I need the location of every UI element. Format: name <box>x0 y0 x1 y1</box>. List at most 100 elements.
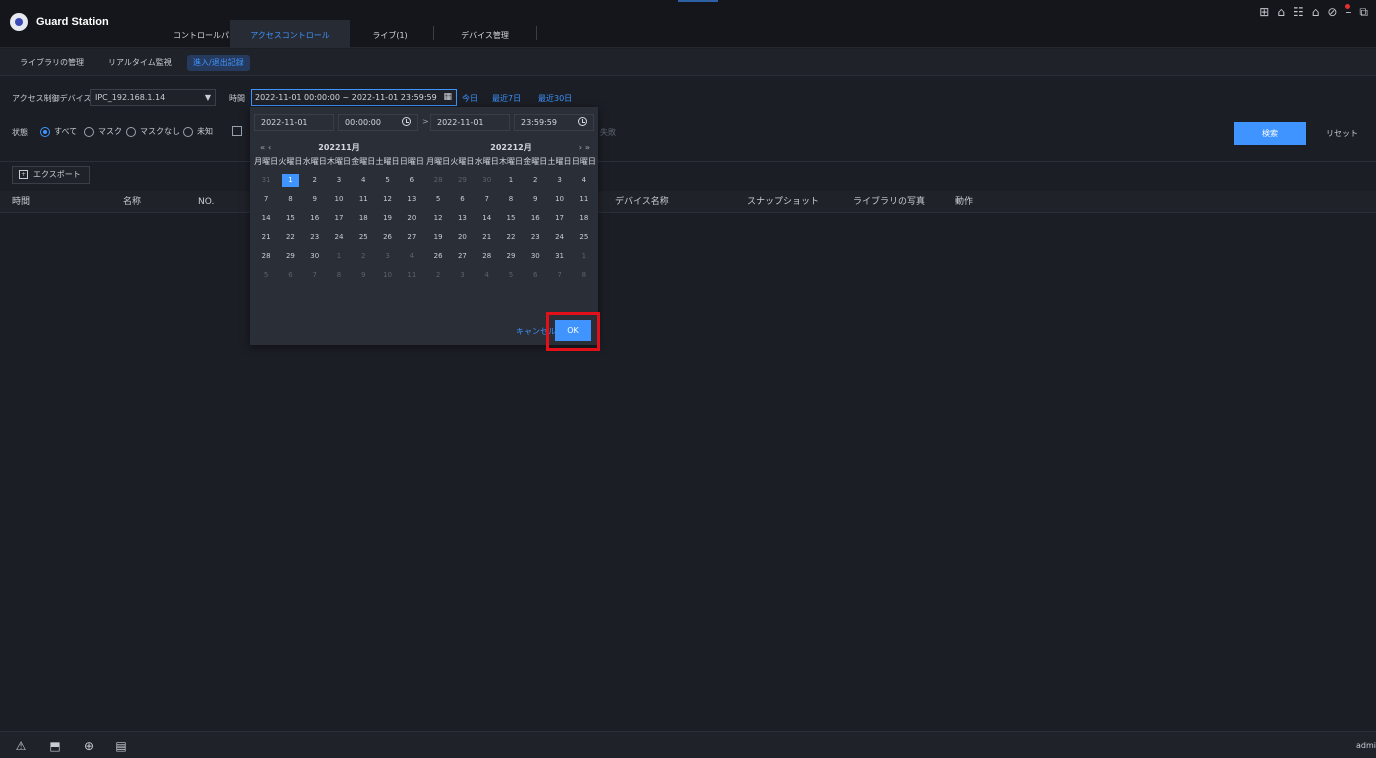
calendar-day[interactable]: 4 <box>351 171 375 190</box>
calendar-day-outside[interactable]: 5 <box>499 266 523 285</box>
start-date-input[interactable]: 2022-11-01 <box>254 114 334 131</box>
calendar-day[interactable]: 19 <box>375 209 399 228</box>
calendar-day-outside[interactable]: 4 <box>400 247 424 266</box>
calendar-day[interactable]: 2 <box>303 171 327 190</box>
column-no[interactable]: NO. <box>198 191 214 213</box>
calendar-day[interactable]: 26 <box>375 228 399 247</box>
calendar-day[interactable]: 29 <box>278 247 302 266</box>
calendar-day[interactable]: 1 <box>499 171 523 190</box>
shirt-icon[interactable]: ⌂ <box>1277 5 1285 20</box>
calendar-day[interactable]: 25 <box>351 228 375 247</box>
calendar-day[interactable]: 1 <box>278 171 302 190</box>
export-button[interactable]: + エクスポート <box>12 166 90 184</box>
calendar-day[interactable]: 28 <box>254 247 278 266</box>
calendar-day[interactable]: 23 <box>523 228 547 247</box>
calendar-day[interactable]: 31 <box>547 247 571 266</box>
calendar-day[interactable]: 24 <box>547 228 571 247</box>
calendar-day[interactable]: 18 <box>351 209 375 228</box>
calendar-day[interactable]: 29 <box>499 247 523 266</box>
calendar-day-outside[interactable]: 9 <box>351 266 375 285</box>
calendar-day[interactable]: 11 <box>572 190 596 209</box>
calendar-prev-nav[interactable]: « ‹ <box>260 141 271 155</box>
calendar-day[interactable]: 21 <box>475 228 499 247</box>
calendar-day-outside[interactable]: 2 <box>351 247 375 266</box>
subtab-entry-exit-records[interactable]: 進入/退出記録 <box>187 55 250 71</box>
calendar-day[interactable]: 5 <box>375 171 399 190</box>
calendar-day-outside[interactable]: 6 <box>278 266 302 285</box>
column-device-name[interactable]: デバイス名称 <box>615 191 669 213</box>
calendar-day[interactable]: 13 <box>400 190 424 209</box>
subtab-library-management[interactable]: ライブラリの管理 <box>14 55 90 71</box>
clipboard-icon[interactable]: ▤ <box>114 739 128 753</box>
calendar-day[interactable]: 28 <box>475 247 499 266</box>
layout-grid-icon[interactable]: ⊞ <box>1259 5 1269 20</box>
quick-last7-link[interactable]: 最近7日 <box>492 93 521 104</box>
calendar-day-outside[interactable]: 1 <box>572 247 596 266</box>
calendar-day[interactable]: 15 <box>499 209 523 228</box>
calendar-icon[interactable]: ▦ <box>443 90 452 105</box>
calendar-day-outside[interactable]: 2 <box>426 266 450 285</box>
calendar-day[interactable]: 19 <box>426 228 450 247</box>
column-snapshot[interactable]: スナップショット <box>747 191 819 213</box>
help-icon[interactable]: ⊘ <box>1327 5 1337 20</box>
calendar-day-outside[interactable]: 3 <box>450 266 474 285</box>
calendar-day-outside[interactable]: 10 <box>375 266 399 285</box>
calendar-day-outside[interactable]: 7 <box>303 266 327 285</box>
calendar-day[interactable]: 27 <box>450 247 474 266</box>
calendar-day[interactable]: 15 <box>278 209 302 228</box>
calendar-day[interactable]: 17 <box>327 209 351 228</box>
tab-device-management[interactable]: デバイス管理 <box>440 20 530 48</box>
end-date-input[interactable]: 2022-11-01 <box>430 114 510 131</box>
calendar-day-outside[interactable]: 29 <box>450 171 474 190</box>
calendar-day[interactable]: 4 <box>572 171 596 190</box>
calendar-day[interactable]: 9 <box>303 190 327 209</box>
upload-icon[interactable]: ⬒ <box>48 739 62 753</box>
calendar-day[interactable]: 22 <box>278 228 302 247</box>
start-time-input[interactable]: 00:00:00 <box>338 114 418 131</box>
calendar-day[interactable]: 14 <box>254 209 278 228</box>
calendar-day[interactable]: 13 <box>450 209 474 228</box>
device-select[interactable]: IPC_192.168.1.14 ▼ <box>90 89 216 106</box>
calendar-day[interactable]: 30 <box>523 247 547 266</box>
calendar-day-outside[interactable]: 5 <box>254 266 278 285</box>
time-range-input[interactable]: 2022-11-01 00:00:00 ~ 2022-11-01 23:59:5… <box>251 89 457 106</box>
calendar-day[interactable]: 24 <box>327 228 351 247</box>
restore-icon[interactable]: ⧉ <box>1359 5 1368 20</box>
calendar-day[interactable]: 23 <box>303 228 327 247</box>
calendar-day[interactable]: 30 <box>303 247 327 266</box>
calendar-day-outside[interactable]: 3 <box>375 247 399 266</box>
calendar-day[interactable]: 12 <box>375 190 399 209</box>
status-radio-unknown[interactable]: 未知 <box>183 126 213 137</box>
filter-checkbox[interactable] <box>232 126 242 136</box>
status-radio-no-mask[interactable]: マスクなし <box>126 126 180 137</box>
calendar-day-outside[interactable]: 30 <box>475 171 499 190</box>
status-radio-all[interactable]: すべて <box>40 126 77 137</box>
calendar-day[interactable]: 3 <box>547 171 571 190</box>
calendar-day[interactable]: 8 <box>278 190 302 209</box>
calendar-day[interactable]: 22 <box>499 228 523 247</box>
column-action[interactable]: 動作 <box>955 191 973 213</box>
calendar-day-outside[interactable]: 11 <box>400 266 424 285</box>
calendar-day[interactable]: 18 <box>572 209 596 228</box>
calendar-day[interactable]: 14 <box>475 209 499 228</box>
calendar-day-outside[interactable]: 1 <box>327 247 351 266</box>
calendar-day-outside[interactable]: 28 <box>426 171 450 190</box>
calendar-day-outside[interactable]: 31 <box>254 171 278 190</box>
calendar-day-outside[interactable]: 4 <box>475 266 499 285</box>
tab-access-control[interactable]: アクセスコントロール <box>230 20 350 48</box>
calendar-day[interactable]: 6 <box>450 190 474 209</box>
column-library-photo[interactable]: ライブラリの写真 <box>853 191 925 213</box>
calendar-day-outside[interactable]: 6 <box>523 266 547 285</box>
calendar-day[interactable]: 2 <box>523 171 547 190</box>
calendar-day[interactable]: 10 <box>547 190 571 209</box>
calendar-day[interactable]: 21 <box>254 228 278 247</box>
calendar-day[interactable]: 11 <box>351 190 375 209</box>
calendar-next-nav[interactable]: › » <box>579 141 590 155</box>
calendar-day[interactable]: 27 <box>400 228 424 247</box>
calendar-day-outside[interactable]: 7 <box>547 266 571 285</box>
search-button[interactable]: 検索 <box>1234 122 1306 145</box>
calendar-day[interactable]: 10 <box>327 190 351 209</box>
calendar-day[interactable]: 3 <box>327 171 351 190</box>
calendar-day[interactable]: 16 <box>523 209 547 228</box>
column-time[interactable]: 時間 <box>12 191 30 213</box>
